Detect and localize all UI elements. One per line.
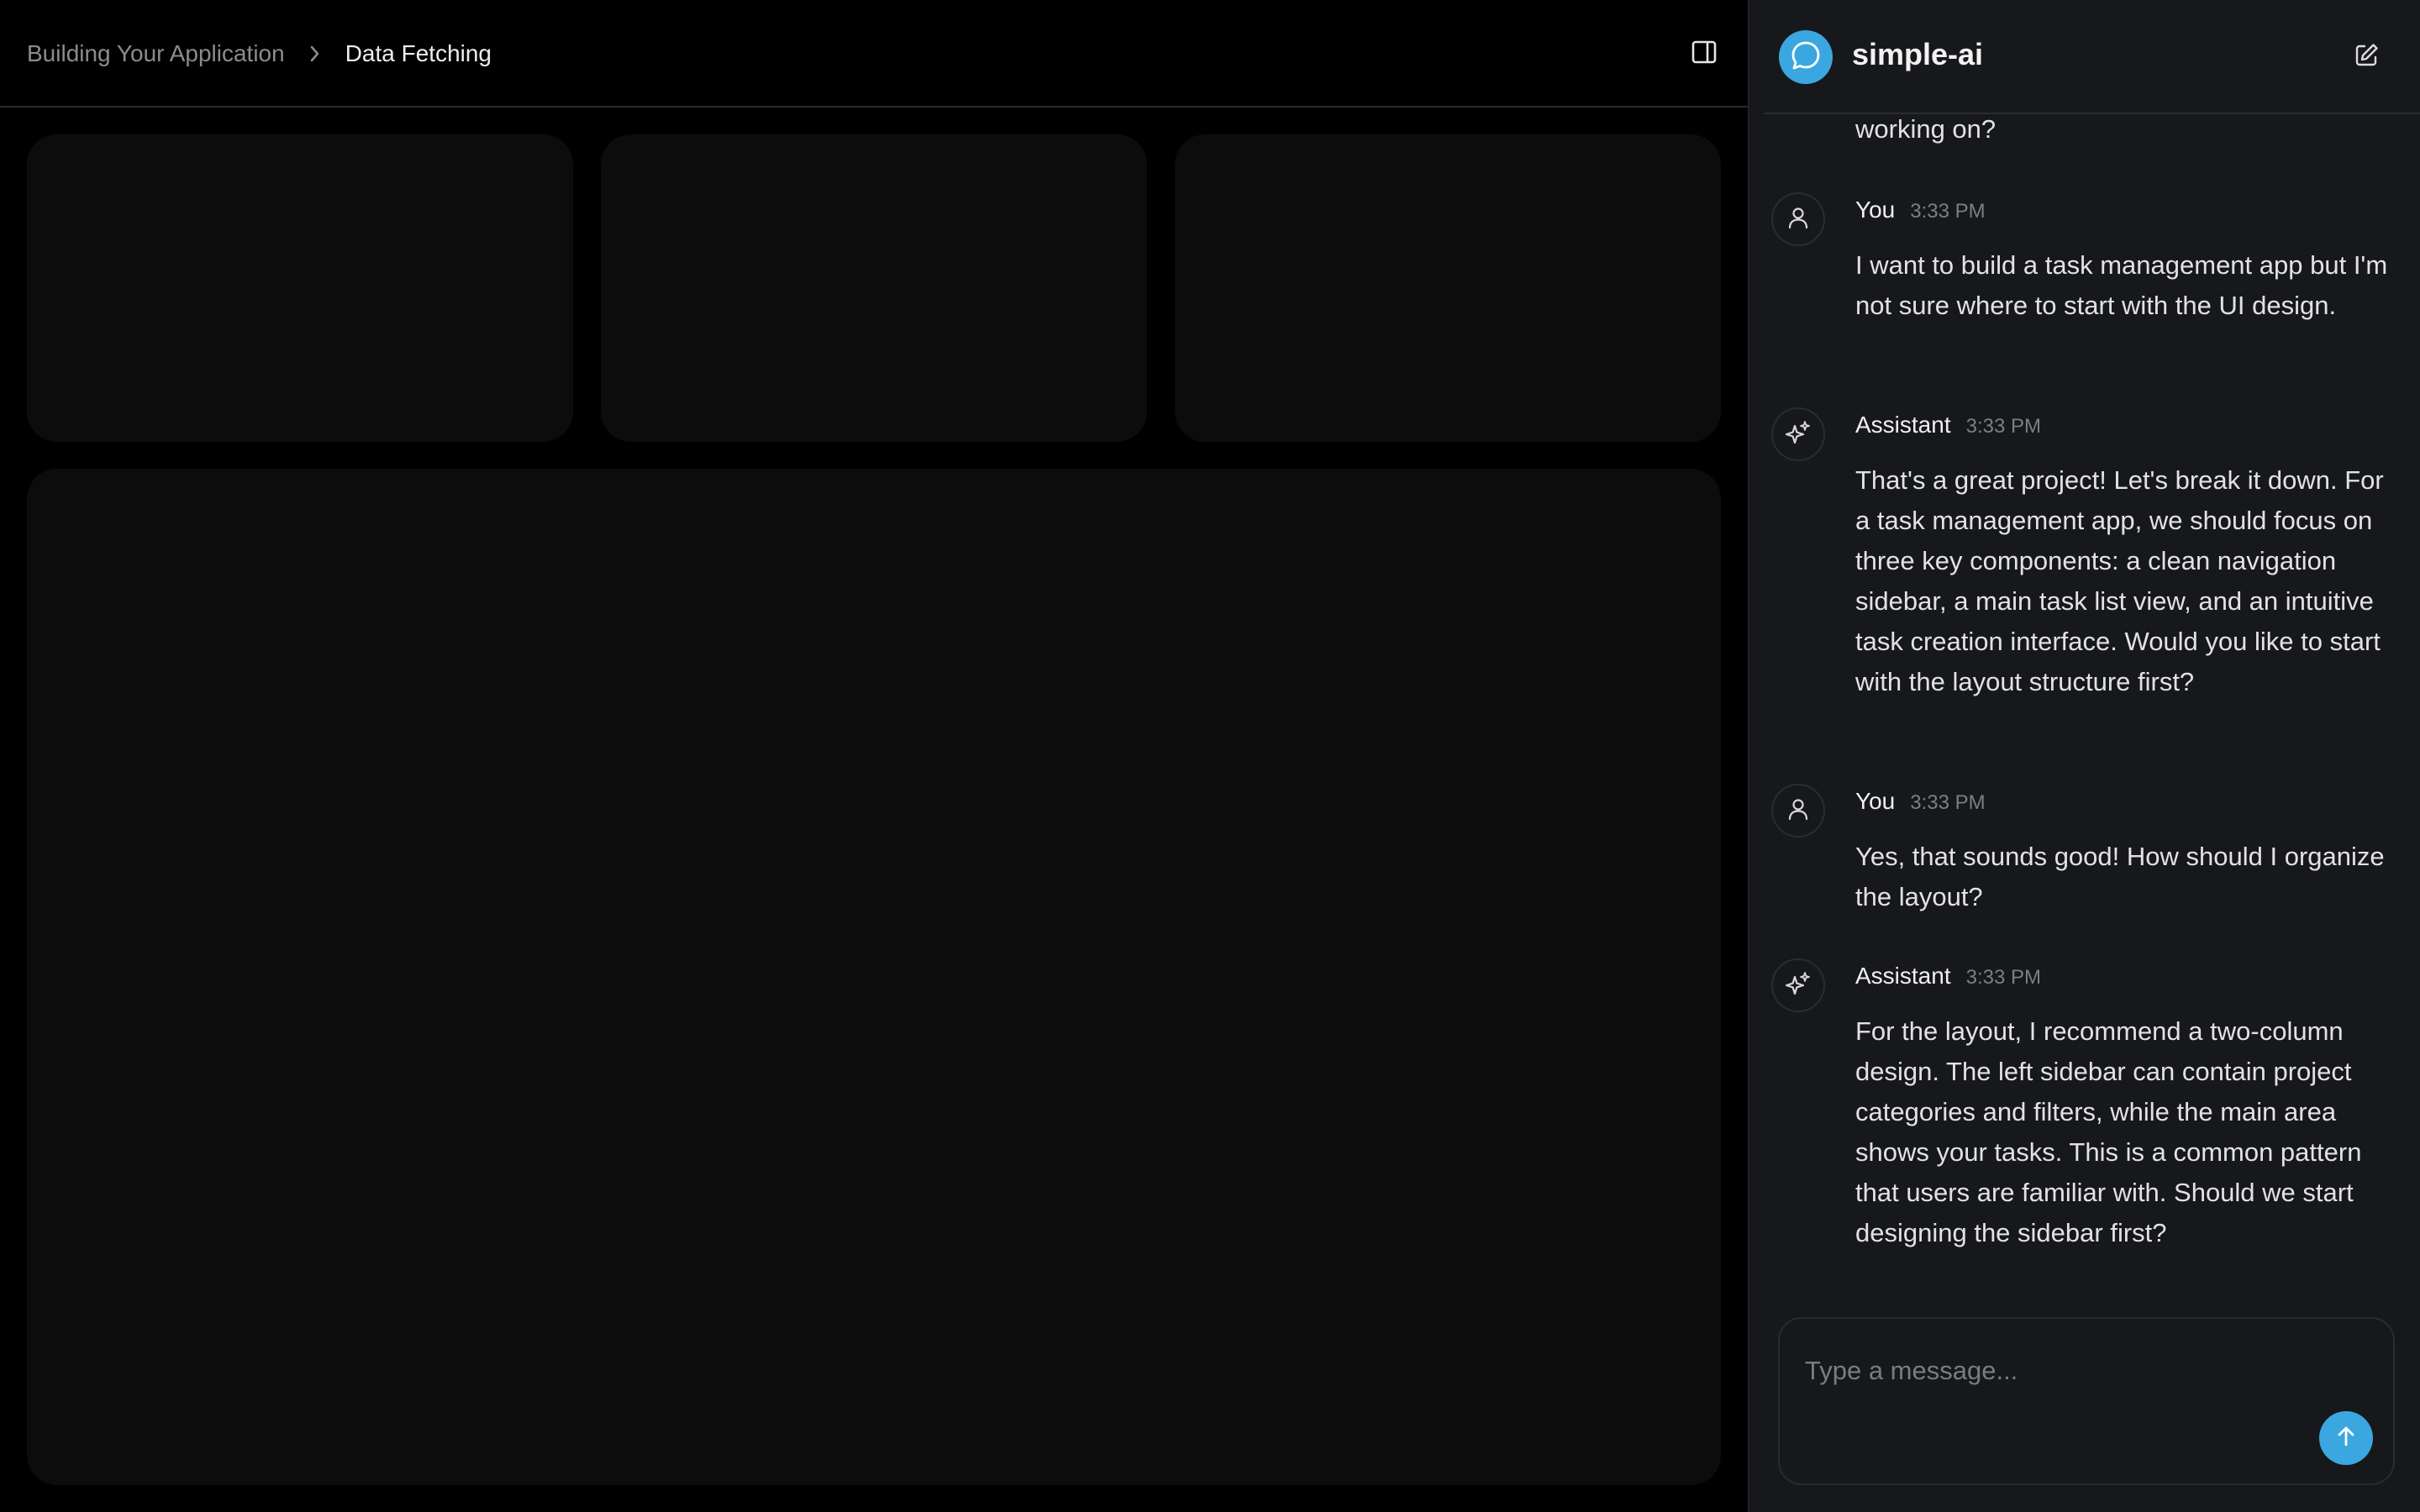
assistant-avatar: [1771, 407, 1825, 461]
message-time: 3:33 PM: [1965, 415, 2041, 438]
message-meta: You 3:33 PM: [1855, 197, 1986, 223]
toggle-chat-panel-button[interactable]: [1687, 39, 1721, 69]
message-author: You: [1855, 788, 1896, 814]
placeholder-card-2: [601, 134, 1147, 442]
app-root: Building Your Application Data Fetching …: [0, 0, 2420, 1512]
message-text: For the layout, I recommend a two-column…: [1855, 1016, 2362, 1247]
message-text: I want to build a task management app bu…: [1855, 250, 2388, 320]
message-author: Assistant: [1855, 412, 1951, 438]
breadcrumb-parent-link[interactable]: Building Your Application: [27, 40, 285, 67]
message-author: Assistant: [1855, 963, 1951, 989]
message-meta: You 3:33 PM: [1855, 788, 1986, 815]
chat-header: simple-ai: [1749, 0, 2420, 114]
message-meta: Assistant 3:33 PM: [1855, 963, 2041, 990]
message-circle-icon: [1789, 39, 1823, 76]
message-time: 3:33 PM: [1910, 200, 1986, 223]
user-avatar: [1771, 784, 1825, 837]
user-icon: [1787, 206, 1809, 234]
partial-message-text: working on?: [1855, 114, 1996, 144]
assistant-avatar: [1771, 958, 1825, 1012]
breadcrumb-current-page: Data Fetching: [345, 40, 492, 66]
panel-right-icon: [1691, 39, 1718, 69]
brand-avatar: [1779, 30, 1833, 84]
chevron-right-icon: [308, 45, 322, 63]
top-bar: Building Your Application Data Fetching: [0, 0, 1748, 108]
message-input[interactable]: [1805, 1337, 2343, 1404]
message-list[interactable]: working on? You 3:33 PM I want to build …: [1749, 0, 2420, 1294]
sparkles-icon: [1785, 970, 1812, 1001]
app-name: simple-ai: [1852, 37, 1984, 71]
main-area: Building Your Application Data Fetching: [0, 0, 1748, 1512]
new-chat-button[interactable]: [2349, 40, 2383, 74]
arrow-up-icon: [2335, 1425, 2357, 1452]
send-button[interactable]: [2319, 1411, 2373, 1465]
message-time: 3:33 PM: [1965, 966, 2041, 989]
message-time: 3:33 PM: [1910, 791, 1986, 814]
header-divider: [1765, 113, 2420, 114]
placeholder-card-3: [1175, 134, 1721, 442]
message-text: That's a great project! Let's break it d…: [1855, 465, 2384, 696]
message-meta: Assistant 3:33 PM: [1855, 412, 2041, 438]
breadcrumb: Building Your Application Data Fetching: [27, 0, 492, 108]
sparkles-icon: [1785, 419, 1812, 450]
placeholder-main-panel: [27, 469, 1721, 1485]
user-avatar: [1771, 192, 1825, 246]
message-composer: [1778, 1317, 2395, 1485]
edit-square-icon: [2353, 42, 2380, 73]
message-text: Yes, that sounds good! How should I orga…: [1855, 842, 2385, 911]
user-icon: [1787, 797, 1809, 825]
chat-panel: working on? You 3:33 PM I want to build …: [1748, 0, 2420, 1512]
message-author: You: [1855, 197, 1896, 223]
placeholder-card-1: [27, 134, 573, 442]
